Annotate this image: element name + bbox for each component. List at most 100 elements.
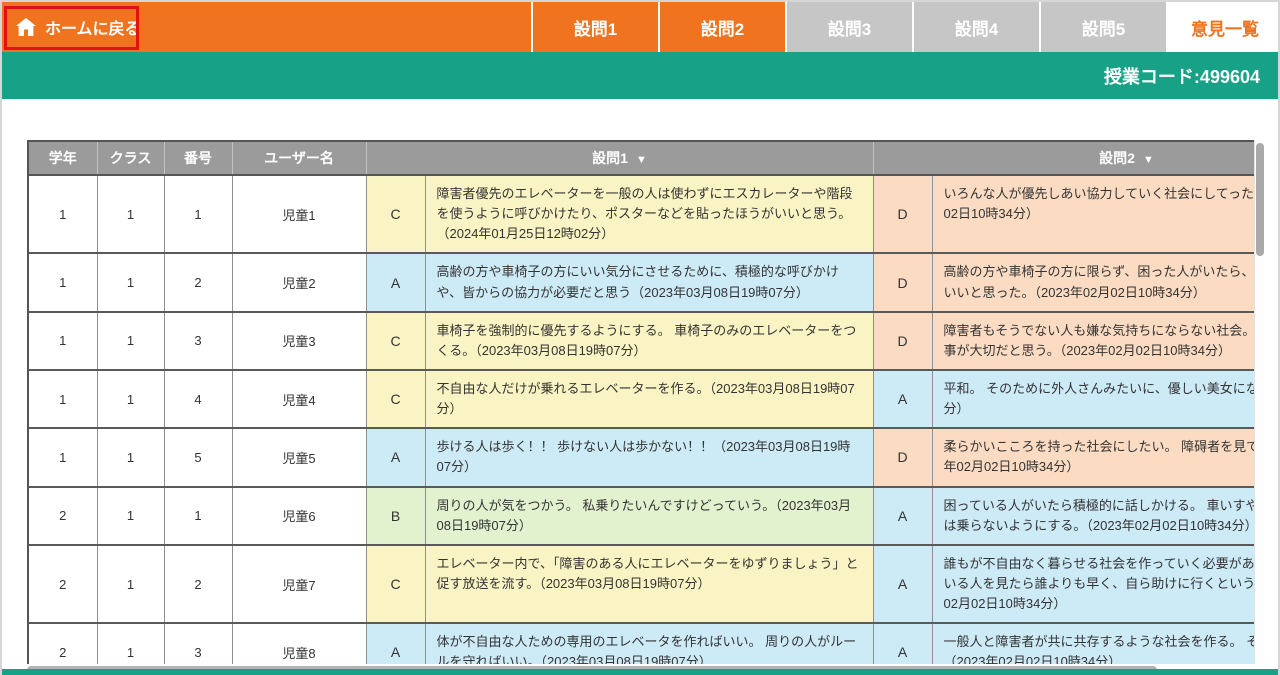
table-row: 2 1 1 児童6 B 周りの人が気をつかう。 私乗りたいんですけどっていう。（… [29,487,1264,545]
tab-opinion-list[interactable]: 意見一覧 [1166,2,1280,52]
app-window: ホームに戻る 設問1 設問2 設問3 設問4 設問5 意見一覧 授業コード:49… [0,0,1280,675]
cell-q2-grade: D [873,312,932,370]
cell-q1-grade: B [366,487,425,545]
cell-grade-year: 1 [29,428,97,486]
cell-q2-grade: A [873,623,932,664]
cell-username: 児童6 [232,487,366,545]
table-row: 1 1 2 児童2 A 高齢の方や車椅子の方にいい気分にさせるために、積極的な呼… [29,253,1264,311]
cell-number: 2 [164,545,232,623]
vertical-scrollbar[interactable] [1254,140,1264,664]
table-row: 1 1 1 児童1 C 障害者優先のエレベーターを一般の人は使わずにエスカレータ… [29,175,1264,253]
sub-header-bar: 授業コード:499604 [2,52,1280,99]
cell-username: 児童7 [232,545,366,623]
sort-icon-q2[interactable]: ▼ [1143,154,1154,166]
opinion-table-area: 学年 クラス 番号 ユーザー名 設問1▼ 設問2▼ 1 1 1 児童1 C [27,140,1264,674]
cell-q2-text: 困っている人がいたら積極的に話しかける。 車いすや障害のあ は乗らないようにする… [932,487,1264,545]
cell-class: 1 [97,253,164,311]
cell-q2-grade: D [873,428,932,486]
tab-question-5[interactable]: 設問5 [1039,2,1166,52]
cell-number: 2 [164,253,232,311]
cell-q2-text: いろんな人が優先しあい協力していく社会にしてったほうがいい 02日10時34分） [932,175,1264,253]
cell-q1-text: 障害者優先のエレベーターを一般の人は使わずにエスカレーターや階段を使うように呼び… [425,175,873,253]
table-row: 2 1 2 児童7 C エレベーター内で、「障害のある人にエレベーターをゆずりま… [29,545,1264,623]
cell-grade-year: 1 [29,175,97,253]
cell-q1-grade: A [366,253,425,311]
cell-q1-grade: C [366,175,425,253]
cell-q1-grade: C [366,545,425,623]
cell-q2-grade: A [873,370,932,428]
cell-class: 1 [97,487,164,545]
col-header-class: クラス [97,141,164,175]
cell-q1-grade: C [366,370,425,428]
cell-q2-grade: D [873,253,932,311]
cell-q2-text: 一般人と障害者が共に共存するような社会を作る。 そのために （2023年02月0… [932,623,1264,664]
cell-q2-text: 平和。 そのために外人さんみたいに、優しい美女になろう。（ 分） [932,370,1264,428]
bottom-teal-strip [2,669,1280,675]
cell-q1-text: 歩ける人は歩く！！ 歩けない人は歩かない！！（2023年03月08日19時07分… [425,428,873,486]
table-row: 1 1 3 児童3 C 車椅子を強制的に優先するようにする。 車椅子のみのエレベ… [29,312,1264,370]
col-header-username: ユーザー名 [232,141,366,175]
tab-bar: 設問1 設問2 設問3 設問4 設問5 意見一覧 [531,2,1280,52]
cell-q2-grade: D [873,175,932,253]
cell-grade-year: 1 [29,312,97,370]
cell-q1-text: 不自由な人だけが乗れるエレベーターを作る。（2023年03月08日19時07分） [425,370,873,428]
cell-q2-text: 障害者もそうでない人も嫌な気持ちにならない社会。 そうする 事が大切だと思う。（… [932,312,1264,370]
cell-grade-year: 1 [29,253,97,311]
cell-q1-text: エレベーター内で、「障害のある人にエレベーターをゆずりましょう」と促す放送を流す… [425,545,873,623]
col-header-grade: 学年 [29,141,97,175]
table-row: 2 1 3 児童8 A 体が不自由な人ための専用のエレベータを作ればいい。 周り… [29,623,1264,664]
class-code-label: 授業コード:499604 [1104,63,1280,89]
table-row: 1 1 4 児童4 C 不自由な人だけが乗れるエレベーターを作る。（2023年0… [29,370,1264,428]
col-header-question2[interactable]: 設問2▼ [873,141,1264,175]
tab-question-3[interactable]: 設問3 [785,2,912,52]
cell-q1-text: 車椅子を強制的に優先するようにする。 車椅子のみのエレベーターをつくる。（202… [425,312,873,370]
col-header-number: 番号 [164,141,232,175]
cell-number: 1 [164,487,232,545]
cell-q1-text: 高齢の方や車椅子の方にいい気分にさせるために、積極的な呼びかけや、皆からの協力が… [425,253,873,311]
cell-q1-grade: A [366,428,425,486]
tab-question-1[interactable]: 設問1 [531,2,658,52]
cell-q2-grade: A [873,545,932,623]
tab-question-4[interactable]: 設問4 [912,2,1039,52]
cell-username: 児童1 [232,175,366,253]
opinion-table: 学年 クラス 番号 ユーザー名 設問1▼ 設問2▼ 1 1 1 児童1 C [29,140,1264,664]
cell-class: 1 [97,545,164,623]
cell-q1-grade: C [366,312,425,370]
cell-username: 児童5 [232,428,366,486]
tab-question-2[interactable]: 設問2 [658,2,785,52]
cell-number: 3 [164,623,232,664]
home-button[interactable]: ホームに戻る [16,2,141,52]
cell-number: 5 [164,428,232,486]
cell-q1-grade: A [366,623,425,664]
cell-class: 1 [97,428,164,486]
home-button-label: ホームに戻る [45,15,141,39]
table-row: 1 1 5 児童5 A 歩ける人は歩く！！ 歩けない人は歩かない！！（2023年… [29,428,1264,486]
cell-number: 4 [164,370,232,428]
cell-q2-text: 柔らかいこころを持った社会にしたい。 障碍者を見て、見て見 年02月02日10時… [932,428,1264,486]
col-header-question1[interactable]: 設問1▼ [366,141,873,175]
cell-grade-year: 2 [29,623,97,664]
cell-q1-text: 体が不自由な人ための専用のエレベータを作ればいい。 周りの人がルールを守ればいい… [425,623,873,664]
cell-q2-grade: A [873,487,932,545]
sort-icon-q1[interactable]: ▼ [636,154,647,166]
cell-number: 1 [164,175,232,253]
cell-class: 1 [97,623,164,664]
home-icon [16,18,36,36]
cell-class: 1 [97,370,164,428]
cell-username: 児童2 [232,253,366,311]
cell-class: 1 [97,312,164,370]
cell-number: 3 [164,312,232,370]
vertical-scrollbar-thumb[interactable] [1256,143,1264,256]
cell-class: 1 [97,175,164,253]
cell-grade-year: 1 [29,370,97,428]
cell-q2-text: 高齢の方や車椅子の方に限らず、困った人がいたら、迷わず助け いいと思った。（20… [932,253,1264,311]
cell-q2-text: 誰もが不自由なく暮らせる社会を作っていく必要があると思う。 いる人を見たら誰より… [932,545,1264,623]
cell-grade-year: 2 [29,487,97,545]
cell-q1-text: 周りの人が気をつかう。 私乗りたいんですけどっていう。（2023年03月08日1… [425,487,873,545]
cell-grade-year: 2 [29,545,97,623]
cell-username: 児童8 [232,623,366,664]
cell-username: 児童3 [232,312,366,370]
table-header-row: 学年 クラス 番号 ユーザー名 設問1▼ 設問2▼ [29,141,1264,175]
cell-username: 児童4 [232,370,366,428]
table-viewport: 学年 クラス 番号 ユーザー名 設問1▼ 設問2▼ 1 1 1 児童1 C [27,140,1264,664]
